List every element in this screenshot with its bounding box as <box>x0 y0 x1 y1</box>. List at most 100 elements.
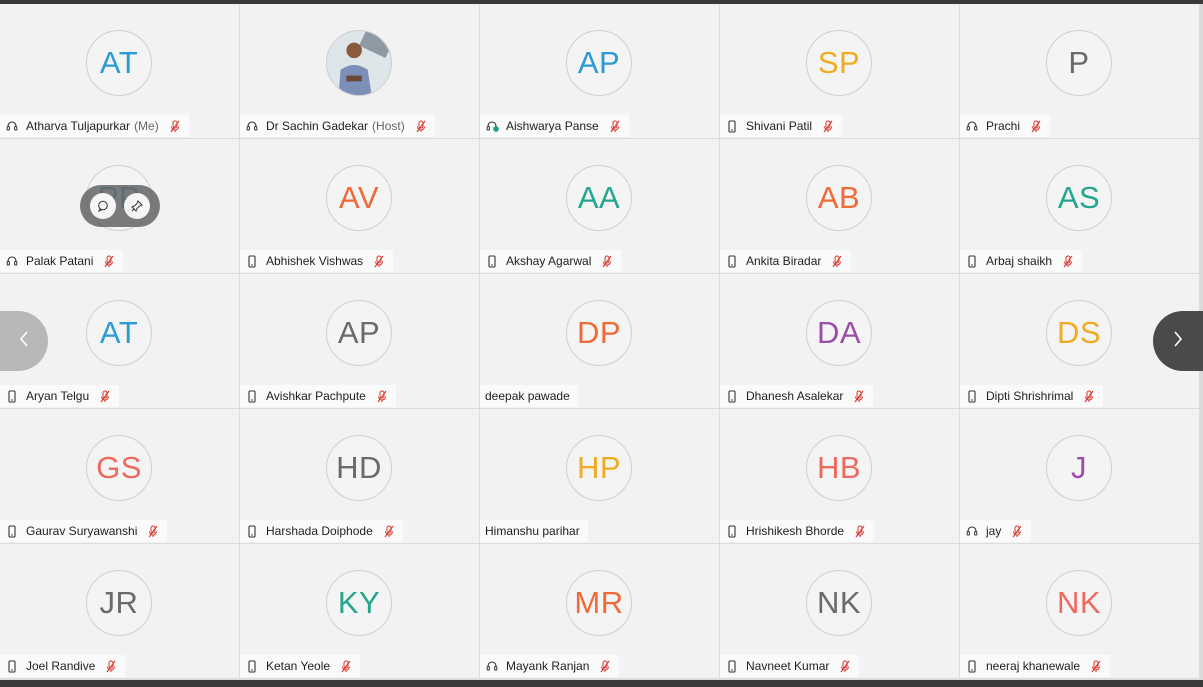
mic-off-icon <box>1062 254 1074 268</box>
mic-off-icon <box>105 659 117 673</box>
participant-tile[interactable]: HB Hrishikesh Bhorde <box>720 409 960 544</box>
participant-nameplate: Dhanesh Asalekar <box>720 385 874 407</box>
participant-tile[interactable]: GS Gaurav Suryawanshi <box>0 409 240 544</box>
participant-tile[interactable]: PPPalak Patani <box>0 139 240 274</box>
participant-nameplate: neeraj khanewale <box>960 655 1111 677</box>
avatar-initials: SP <box>806 30 872 96</box>
participant-name: Akshay Agarwal <box>506 254 592 268</box>
mic-off-icon <box>99 389 111 403</box>
mic-off-icon <box>415 119 427 133</box>
pin-icon <box>131 200 143 212</box>
avatar-initials: HD <box>326 435 392 501</box>
participant-name: Joel Randive <box>26 659 96 673</box>
mic-off-icon <box>1083 389 1095 403</box>
avatar-initials: AB <box>806 165 872 231</box>
phone-icon <box>245 389 259 403</box>
mic-off-icon <box>383 524 395 538</box>
phone-icon <box>245 659 259 673</box>
avatar-initials: J <box>1046 435 1112 501</box>
participant-tile[interactable]: Dr Sachin Gadekar (Host) <box>240 4 480 139</box>
mic-off-icon <box>373 254 385 268</box>
mic-off-icon <box>853 389 865 403</box>
participant-tile[interactable]: AP Avishkar Pachpute <box>240 274 480 409</box>
headset-icon <box>5 254 19 268</box>
participant-tile[interactable]: SP Shivani Patil <box>720 4 960 139</box>
participant-name: Himanshu parihar <box>485 524 580 538</box>
avatar-initials: AP <box>566 30 632 96</box>
participant-tile[interactable]: AB Ankita Biradar <box>720 139 960 274</box>
participant-nameplate: Gaurav Suryawanshi <box>0 520 168 542</box>
mic-off-icon <box>1011 524 1023 538</box>
participant-tile[interactable]: AT Atharva Tuljapurkar (Me) <box>0 4 240 139</box>
participant-name: Aryan Telgu <box>26 389 90 403</box>
avatar-initials: P <box>1046 30 1112 96</box>
phone-icon <box>725 659 739 673</box>
avatar-initials: DA <box>806 300 872 366</box>
headset-icon <box>965 524 979 538</box>
participant-nameplate: Joel Randive <box>0 655 126 677</box>
headset-icon <box>5 119 19 133</box>
participant-tile[interactable]: AS Arbaj shaikh <box>960 139 1200 274</box>
chat-icon <box>97 200 109 212</box>
avatar-initials: AP <box>326 300 392 366</box>
phone-icon <box>5 389 19 403</box>
participant-nameplate: jay <box>960 520 1032 542</box>
participant-tile[interactable]: KY Ketan Yeole <box>240 544 480 679</box>
phone-icon <box>725 254 739 268</box>
participant-role: (Host) <box>372 119 405 133</box>
phone-icon <box>5 524 19 538</box>
participant-nameplate: Avishkar Pachpute <box>240 385 396 407</box>
phone-icon <box>725 119 739 133</box>
participant-tile[interactable]: HD Harshada Doiphode <box>240 409 480 544</box>
participant-nameplate: Shivani Patil <box>720 115 843 137</box>
phone-icon <box>485 254 499 268</box>
mic-off-icon <box>147 524 159 538</box>
chat-button[interactable] <box>90 193 116 219</box>
avatar-initials: AT <box>86 30 152 96</box>
participant-name: Ankita Biradar <box>746 254 822 268</box>
participant-tile[interactable]: HP Himanshu parihar <box>480 409 720 544</box>
headset-icon <box>965 119 979 133</box>
pin-button[interactable] <box>124 193 150 219</box>
participant-name: Harshada Doiphode <box>266 524 373 538</box>
participant-nameplate: Hrishikesh Bhorde <box>720 520 875 542</box>
mic-off-icon <box>854 524 866 538</box>
participant-nameplate: Atharva Tuljapurkar (Me) <box>0 115 189 137</box>
participant-tile[interactable]: MR Mayank Ranjan <box>480 544 720 679</box>
avatar-initials: AV <box>326 165 392 231</box>
avatar-initials: DP <box>566 300 632 366</box>
participant-tile[interactable]: NK Navneet Kumar <box>720 544 960 679</box>
phone-icon <box>245 524 259 538</box>
participant-tile[interactable]: AP Aishwarya Panse <box>480 4 720 139</box>
participant-gallery: AT Atharva Tuljapurkar (Me) Dr Sachin Gadek… <box>0 4 1203 680</box>
participant-tile[interactable]: JR Joel Randive <box>0 544 240 679</box>
headset-icon <box>485 659 499 673</box>
participant-name: Dr Sachin Gadekar <box>266 119 369 133</box>
avatar-initials: HB <box>806 435 872 501</box>
participant-tile[interactable]: Jjay <box>960 409 1200 544</box>
mic-off-icon <box>103 254 115 268</box>
mic-off-icon <box>831 254 843 268</box>
participant-nameplate: Arbaj shaikh <box>960 250 1083 272</box>
participant-tile[interactable]: NK neeraj khanewale <box>960 544 1200 679</box>
phone-icon <box>725 524 739 538</box>
mic-off-icon <box>599 659 611 673</box>
participant-role: (Me) <box>134 119 159 133</box>
phone-icon <box>965 389 979 403</box>
avatar-initials: NK <box>806 570 872 636</box>
participant-name: Atharva Tuljapurkar <box>26 119 131 133</box>
mic-off-icon <box>1030 119 1042 133</box>
participant-name: Palak Patani <box>26 254 94 268</box>
participant-tile[interactable]: P Prachi <box>960 4 1200 139</box>
participant-name: neeraj khanewale <box>986 659 1081 673</box>
participant-tile[interactable]: AV Abhishek Vishwas <box>240 139 480 274</box>
participant-nameplate: Navneet Kumar <box>720 655 860 677</box>
participant-nameplate: Dr Sachin Gadekar (Host) <box>240 115 435 137</box>
participant-nameplate: Aryan Telgu <box>0 385 120 407</box>
avatar-initials: DS <box>1046 300 1112 366</box>
participant-tile[interactable]: AA Akshay Agarwal <box>480 139 720 274</box>
participant-tile[interactable]: DP deepak pawade <box>480 274 720 409</box>
avatar-initials: JR <box>86 570 152 636</box>
mic-off-icon <box>376 389 388 403</box>
participant-tile[interactable]: DA Dhanesh Asalekar <box>720 274 960 409</box>
